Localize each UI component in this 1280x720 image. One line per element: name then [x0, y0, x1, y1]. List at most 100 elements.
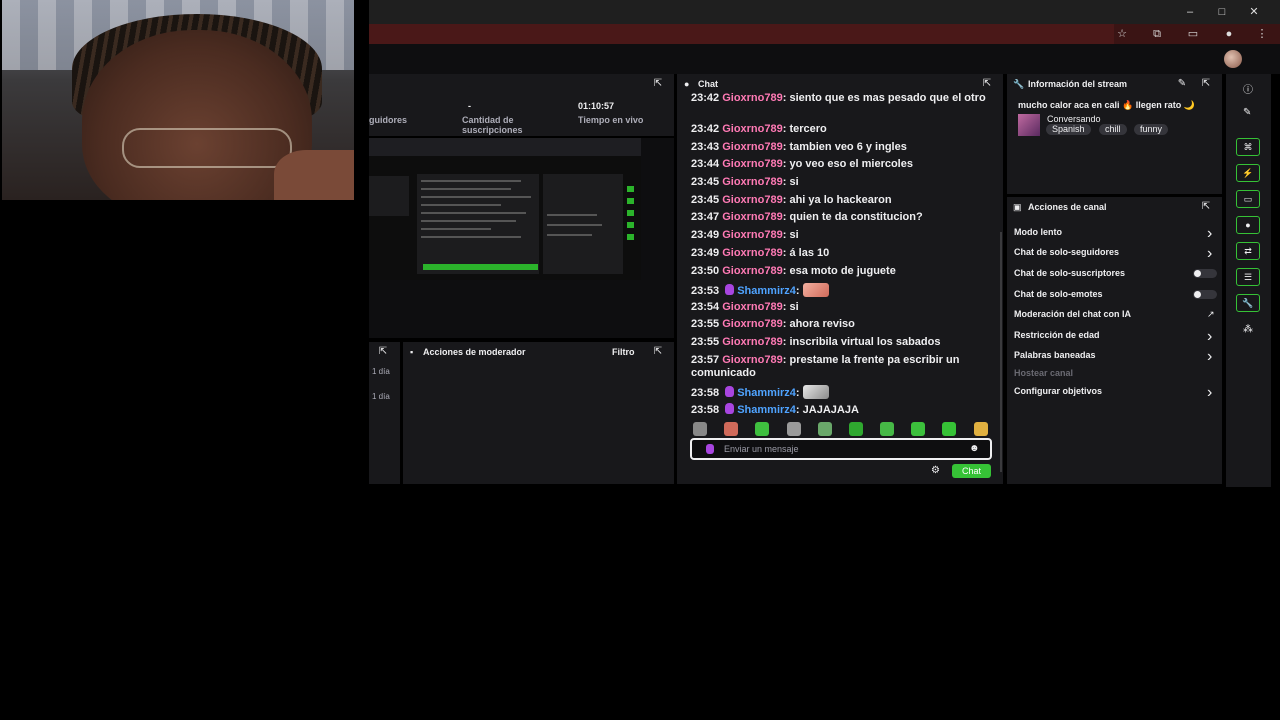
emote-icon[interactable]	[755, 422, 769, 436]
emote-icon[interactable]	[849, 422, 863, 436]
chat-username[interactable]: Gioxrno789	[722, 176, 783, 188]
extensions-icon[interactable]: ⧉	[1149, 26, 1165, 42]
chat-timestamp: 23:55	[691, 336, 720, 348]
profile-icon[interactable]: ●	[1221, 26, 1237, 42]
minimize-icon[interactable]: –	[1182, 4, 1198, 20]
chat-scrollbar[interactable]	[1000, 232, 1002, 472]
channel-action-item[interactable]: Modo lento	[1014, 227, 1062, 237]
chat-message: 23:44 Gioxrno789: yo veo eso el miercole…	[691, 158, 913, 170]
emote-icon[interactable]	[787, 422, 801, 436]
tools-button[interactable]: 🔧	[1236, 294, 1260, 312]
tag[interactable]: funny	[1134, 124, 1169, 135]
chat-username[interactable]: Gioxrno789	[722, 301, 783, 313]
chevron-right-icon[interactable]: ›	[1207, 348, 1212, 366]
chevron-right-icon[interactable]: ›	[1207, 245, 1212, 263]
chat-username[interactable]: Gioxrno789	[722, 141, 783, 153]
preview-rail-btn	[627, 198, 634, 204]
channel-action-item[interactable]: Restricción de edad	[1014, 330, 1100, 340]
popout-icon[interactable]: ⇱	[652, 346, 664, 358]
emote-icon[interactable]	[880, 422, 894, 436]
channel-action-item[interactable]: Moderación del chat con IA	[1014, 309, 1131, 319]
menu-icon[interactable]: ⋮	[1254, 26, 1270, 42]
tag[interactable]: Spanish	[1046, 124, 1091, 135]
maximize-icon[interactable]: □	[1214, 4, 1230, 20]
chevron-right-icon[interactable]: ›	[1207, 384, 1212, 402]
chat-text: siento que es mas pesado que el otro	[789, 92, 986, 104]
chat-username[interactable]: Gioxrno789	[722, 123, 783, 135]
emote-icon[interactable]	[942, 422, 956, 436]
channel-action-item[interactable]: Chat de solo-suscriptores	[1014, 268, 1125, 278]
chat-username[interactable]: Shammirz4	[737, 285, 796, 297]
emote-picker-icon[interactable]: ☻	[969, 443, 980, 454]
close-icon[interactable]: ✕	[1246, 4, 1262, 20]
chat-username[interactable]: Gioxrno789	[722, 354, 783, 366]
chat-message: 23:53 Shammirz4:	[691, 283, 991, 298]
channel-action-item[interactable]: Chat de solo-emotes	[1014, 289, 1103, 299]
chat-input-box[interactable]: ☻	[690, 438, 992, 460]
chevron-right-icon[interactable]: ›	[1207, 328, 1212, 346]
chat-username[interactable]: Gioxrno789	[722, 158, 783, 170]
add-action-icon[interactable]: ⁂	[1243, 324, 1253, 335]
chat-username[interactable]: Gioxrno789	[722, 318, 783, 330]
emote-icon[interactable]	[818, 422, 832, 436]
channel-action-item[interactable]: Chat de solo-seguidores	[1014, 247, 1119, 257]
popout-icon[interactable]: ⇱	[652, 78, 664, 90]
toggle-switch[interactable]	[1193, 269, 1217, 278]
edit-icon[interactable]: ✎	[1176, 78, 1188, 90]
emote-icon[interactable]	[693, 422, 707, 436]
preview-line	[421, 180, 521, 182]
stats-icon[interactable]: ↗	[1207, 309, 1215, 320]
popout-icon[interactable]: ⇱	[1200, 201, 1212, 213]
preview-line	[421, 188, 511, 190]
popout-icon[interactable]: ⇱	[981, 78, 993, 90]
preview-line	[547, 214, 597, 216]
chat-text: esa moto de juguete	[789, 265, 896, 277]
emote-icon[interactable]	[911, 422, 925, 436]
channel-actions-icon: ▣	[1013, 202, 1022, 212]
chevron-right-icon[interactable]: ›	[1207, 225, 1212, 243]
chat-username[interactable]: Gioxrno789	[722, 211, 783, 223]
chat-username[interactable]: Gioxrno789	[722, 229, 783, 241]
address-bar[interactable]	[369, 24, 1114, 44]
emote-hand-icon[interactable]	[802, 283, 829, 297]
chat-settings-icon[interactable]: ⚙	[931, 465, 940, 476]
avatar[interactable]	[1224, 50, 1242, 68]
category-name[interactable]: Conversando	[1047, 114, 1101, 124]
chat-toggle-button[interactable]: ●	[1236, 216, 1260, 234]
chat-username[interactable]: Shammirz4	[737, 387, 796, 399]
star-icon[interactable]: ☆	[1114, 26, 1130, 42]
channel-action-item[interactable]: Palabras baneadas	[1014, 350, 1096, 360]
chat-username[interactable]: Shammirz4	[737, 404, 796, 416]
toggle-switch[interactable]	[1193, 290, 1217, 299]
chat-username[interactable]: Gioxrno789	[722, 265, 783, 277]
sidebar-icon[interactable]: ▭	[1185, 26, 1201, 42]
chat-text: tercero	[789, 123, 827, 135]
emote-icon[interactable]	[724, 422, 738, 436]
marker-button[interactable]: ▭	[1236, 190, 1260, 208]
emote-cat-icon[interactable]	[802, 385, 829, 399]
emote-icon[interactable]	[974, 422, 988, 436]
chat-username[interactable]: Gioxrno789	[722, 336, 783, 348]
raid-button[interactable]: ⇄	[1236, 242, 1260, 260]
chat-message: 23:55 Gioxrno789: ahora reviso	[691, 318, 855, 330]
chat-input[interactable]	[724, 442, 964, 456]
chat-timestamp: 23:50	[691, 265, 720, 277]
chat-timestamp: 23:43	[691, 141, 720, 153]
chat-text: tambien veo 6 y ingles	[789, 141, 907, 153]
chat-username[interactable]: Gioxrno789	[722, 194, 783, 206]
filter-button[interactable]: Filtro	[612, 347, 635, 357]
popout-icon[interactable]: ⇱	[377, 346, 389, 358]
ad-button[interactable]: ⚡	[1236, 164, 1260, 182]
chat-send-button[interactable]: Chat	[952, 464, 991, 478]
clip-button[interactable]: ⌘	[1236, 138, 1260, 156]
layout-button[interactable]: ☰	[1236, 268, 1260, 286]
tag[interactable]: chill	[1099, 124, 1127, 135]
chat-username[interactable]: Gioxrno789	[722, 92, 783, 104]
chat-timestamp: 23:45	[691, 194, 720, 206]
channel-action-item[interactable]: Configurar objetivos	[1014, 386, 1102, 396]
edit-icon[interactable]: ✎	[1243, 107, 1251, 118]
stream-preview[interactable]	[369, 156, 641, 280]
popout-icon[interactable]: ⇱	[1200, 78, 1212, 90]
chat-username[interactable]: Gioxrno789	[722, 247, 783, 259]
info-icon[interactable]: ⓘ	[1243, 81, 1253, 96]
